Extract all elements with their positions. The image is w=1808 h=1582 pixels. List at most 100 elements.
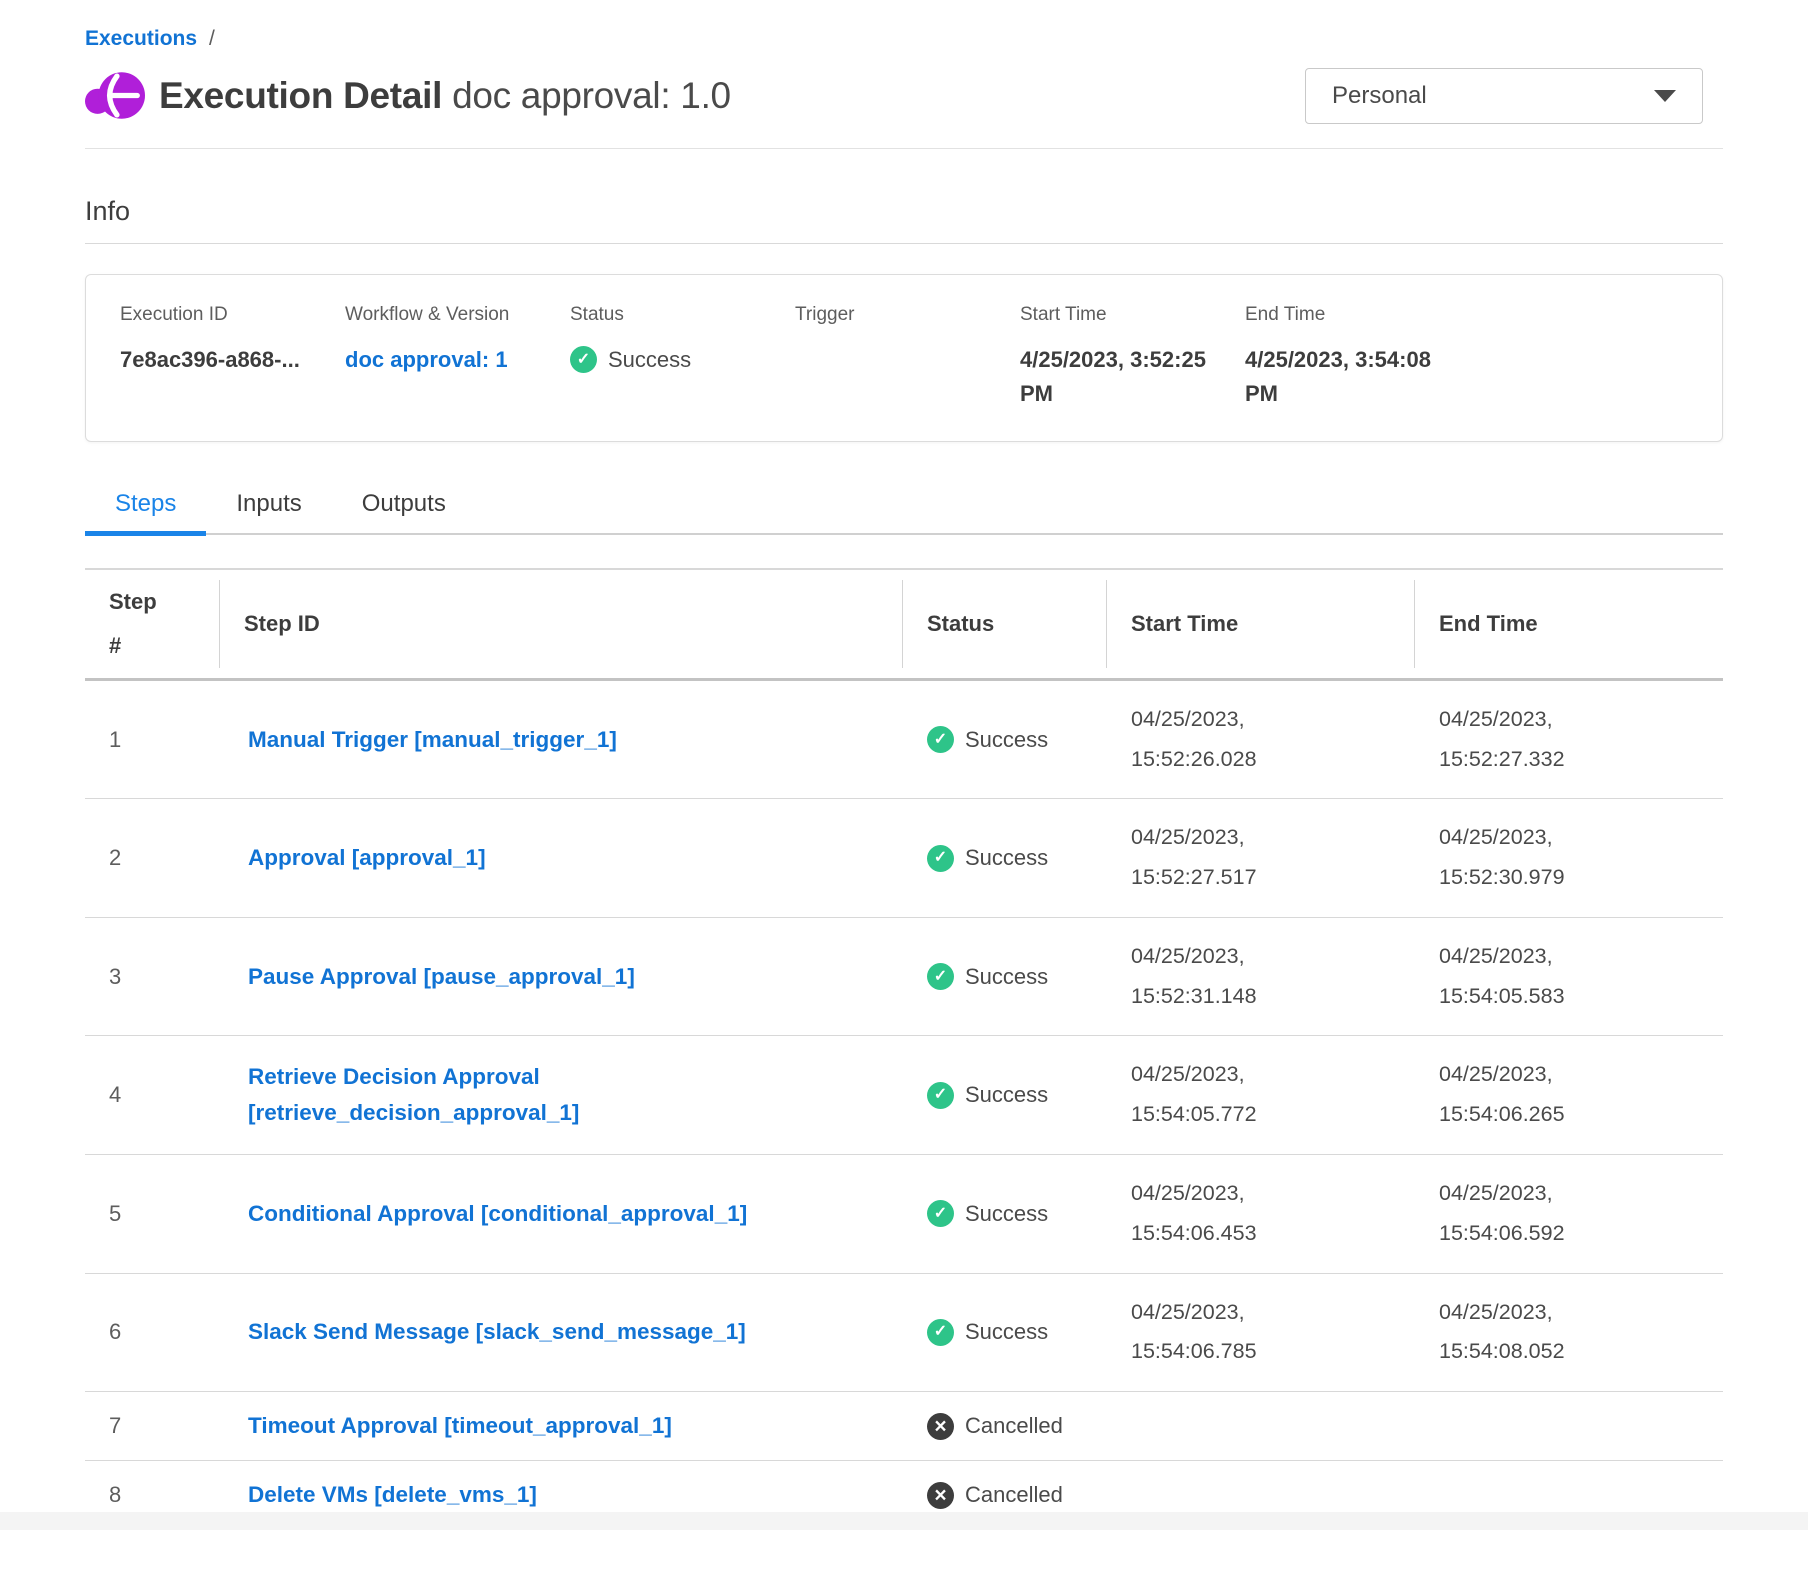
tab-steps[interactable]: Steps xyxy=(85,490,206,533)
step-id-link[interactable]: Timeout Approval [timeout_approval_1] xyxy=(248,1408,672,1444)
steps-table: Step #Step IDStatusStart TimeEnd Time 1 … xyxy=(85,568,1723,1530)
breadcrumb-executions-link[interactable]: Executions xyxy=(85,27,197,50)
step-status: ✓ Success xyxy=(903,1082,1107,1109)
step-number: 2 xyxy=(85,845,220,871)
tab-label: Outputs xyxy=(362,490,446,517)
step-status: ✓ Success xyxy=(903,1319,1107,1346)
step-number: 8 xyxy=(85,1482,220,1508)
step-id-cell: Retrieve Decision Approval [retrieve_dec… xyxy=(220,1059,903,1131)
tabs: StepsInputs Outputs xyxy=(85,490,1723,535)
step-end-time: 04/25/2023, 15:52:27.332 xyxy=(1415,700,1723,780)
step-end-time: 04/25/2023, 15:54:06.592 xyxy=(1415,1174,1723,1254)
step-status: ✓ Success xyxy=(903,845,1107,872)
page-subtitle: doc approval: 1.0 xyxy=(452,75,731,116)
info-field: Workflow & Version doc approval: 1 xyxy=(345,303,570,411)
step-number: 6 xyxy=(85,1319,220,1345)
breadcrumb: Executions / xyxy=(85,26,1723,51)
table-row: 4 Retrieve Decision Approval [retrieve_d… xyxy=(85,1036,1723,1155)
info-field: Status ✓ Success xyxy=(570,303,795,411)
title-row: Execution Detaildoc approval: 1.0 Person… xyxy=(85,67,1723,124)
info-status: ✓ Success xyxy=(570,343,774,377)
table-row: 7 Timeout Approval [timeout_approval_1] … xyxy=(85,1392,1723,1461)
step-id-link[interactable]: Slack Send Message [slack_send_message_1… xyxy=(248,1314,746,1350)
info-card: Execution ID 7e8ac396-a868-... Workflow … xyxy=(85,274,1723,442)
status-success-icon: ✓ xyxy=(927,845,954,872)
info-field-value: 7e8ac396-a868-... xyxy=(120,343,324,377)
step-start-time: 04/25/2023, 15:52:31.148 xyxy=(1107,937,1415,1017)
status-success-icon: ✓ xyxy=(927,963,954,990)
info-field: Execution ID 7e8ac396-a868-... xyxy=(120,303,345,411)
step-start-time: 04/25/2023, 15:54:05.772 xyxy=(1107,1055,1415,1135)
step-status: ✓ Success xyxy=(903,1200,1107,1227)
step-id-link[interactable]: Conditional Approval [conditional_approv… xyxy=(248,1196,747,1232)
divider xyxy=(85,148,1723,149)
info-field-label: Workflow & Version xyxy=(345,303,570,328)
step-start-time: 04/25/2023, 15:52:27.517 xyxy=(1107,818,1415,898)
step-id-link[interactable]: Delete VMs [delete_vms_1] xyxy=(248,1477,537,1513)
workflow-version-link[interactable]: doc approval: 1 xyxy=(345,343,549,377)
step-end-time xyxy=(1415,1483,1723,1508)
step-status: ✓ Success xyxy=(903,963,1107,990)
info-field-label: Status xyxy=(570,303,795,328)
status-text: Success xyxy=(608,343,691,377)
column-header-start: Start Time xyxy=(1107,580,1415,668)
info-field-value: 4/25/2023, 3:52:25 PM xyxy=(1020,343,1224,411)
info-field-label: Trigger xyxy=(795,303,1020,328)
step-id-cell: Delete VMs [delete_vms_1] xyxy=(220,1477,903,1513)
step-start-time: 04/25/2023, 15:54:06.453 xyxy=(1107,1174,1415,1254)
status-cancelled-icon: × xyxy=(927,1413,954,1440)
status-success-icon: ✓ xyxy=(927,1082,954,1109)
table-row: 5 Conditional Approval [conditional_appr… xyxy=(85,1155,1723,1274)
scope-dropdown[interactable]: Personal xyxy=(1305,68,1703,124)
breadcrumb-separator: / xyxy=(209,27,215,50)
step-id-cell: Approval [approval_1] xyxy=(220,840,903,876)
tab-inputs[interactable]: Inputs xyxy=(206,490,331,533)
table-header: Step #Step IDStatusStart TimeEnd Time xyxy=(85,570,1723,681)
step-id-cell: Timeout Approval [timeout_approval_1] xyxy=(220,1408,903,1444)
step-end-time: 04/25/2023, 15:52:30.979 xyxy=(1415,818,1723,898)
tab-outputs[interactable]: Outputs xyxy=(332,490,476,533)
table-row: 2 Approval [approval_1] ✓ Success 04/25/… xyxy=(85,799,1723,918)
chevron-down-icon xyxy=(1654,90,1676,102)
info-field-value: 4/25/2023, 3:54:08 PM xyxy=(1245,343,1449,411)
table-body: 1 Manual Trigger [manual_trigger_1] ✓ Su… xyxy=(85,681,1723,1530)
step-end-time xyxy=(1415,1414,1723,1439)
status-success-icon: ✓ xyxy=(927,726,954,753)
table-row: 6 Slack Send Message [slack_send_message… xyxy=(85,1274,1723,1393)
table-row: 3 Pause Approval [pause_approval_1] ✓ Su… xyxy=(85,918,1723,1037)
info-field-label: Execution ID xyxy=(120,303,345,328)
status-text: Cancelled xyxy=(965,1413,1063,1439)
info-heading: Info xyxy=(85,197,1723,227)
status-success-icon: ✓ xyxy=(927,1200,954,1227)
status-text: Success xyxy=(965,727,1048,753)
step-end-time: 04/25/2023, 15:54:06.265 xyxy=(1415,1055,1723,1135)
step-start-time: 04/25/2023, 15:52:26.028 xyxy=(1107,700,1415,780)
status-success-icon: ✓ xyxy=(927,1319,954,1346)
page-title: Execution Detail xyxy=(159,75,442,116)
column-header-id: Step ID xyxy=(220,580,903,668)
column-header-status: Status xyxy=(903,580,1107,668)
step-number: 7 xyxy=(85,1413,220,1439)
step-number: 3 xyxy=(85,964,220,990)
execution-detail-page: Executions/ Execution Detaildoc approval… xyxy=(0,0,1808,1530)
info-field: Trigger xyxy=(795,303,1020,411)
status-text: Cancelled xyxy=(965,1482,1063,1508)
step-status: × Cancelled xyxy=(903,1482,1107,1509)
status-text: Success xyxy=(965,1319,1048,1345)
bottom-strip xyxy=(0,1512,1808,1530)
step-start-time: 04/25/2023, 15:54:06.785 xyxy=(1107,1293,1415,1373)
column-header-num: Step # xyxy=(85,580,220,668)
column-header-end: End Time xyxy=(1415,580,1723,668)
status-text: Success xyxy=(965,1201,1048,1227)
status-text: Success xyxy=(965,845,1048,871)
step-start-time xyxy=(1107,1414,1415,1439)
step-status: × Cancelled xyxy=(903,1413,1107,1440)
step-id-link[interactable]: Pause Approval [pause_approval_1] xyxy=(248,959,635,995)
step-id-link[interactable]: Retrieve Decision Approval [retrieve_dec… xyxy=(248,1059,828,1131)
step-id-cell: Pause Approval [pause_approval_1] xyxy=(220,959,903,995)
step-id-link[interactable]: Approval [approval_1] xyxy=(248,840,486,876)
step-id-link[interactable]: Manual Trigger [manual_trigger_1] xyxy=(248,722,617,758)
divider xyxy=(85,243,1723,244)
info-field-label: Start Time xyxy=(1020,303,1245,328)
step-end-time: 04/25/2023, 15:54:08.052 xyxy=(1415,1293,1723,1373)
